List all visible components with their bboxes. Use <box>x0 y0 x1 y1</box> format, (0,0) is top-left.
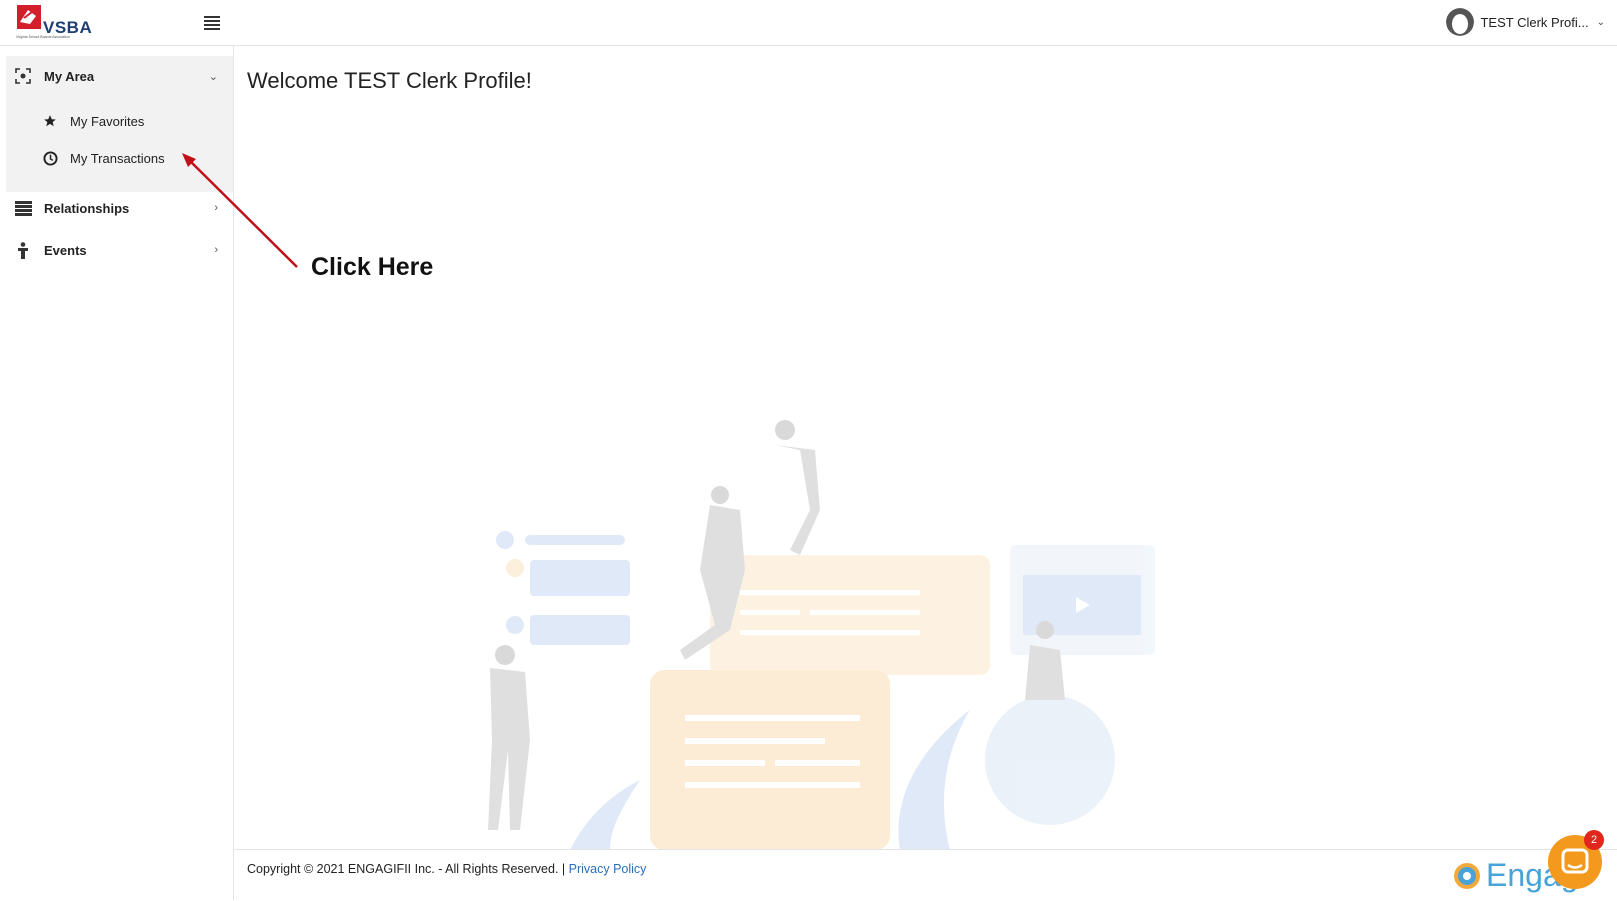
focus-icon <box>14 67 32 85</box>
chevron-down-icon: ⌄ <box>208 70 218 83</box>
star-icon <box>42 113 58 129</box>
sidebar-item-label: Relationships <box>44 200 130 216</box>
stack-icon <box>14 199 32 217</box>
logo-mark-icon <box>17 5 41 29</box>
copyright-label: Copyright © 2021 ENGAGIFII Inc. - All Ri… <box>247 862 566 876</box>
sidebar-subitem-label: My Transactions <box>70 150 165 166</box>
profile-menu[interactable]: TEST Clerk Profi... ⌄ <box>1446 8 1605 36</box>
sidebar-subitem-my-favorites[interactable]: My Favorites <box>42 110 144 132</box>
welcome-illustration <box>488 420 1155 850</box>
copyright-text: Copyright © 2021 ENGAGIFII Inc. - All Ri… <box>247 862 646 876</box>
sidebar-item-my-area[interactable]: My Area ⌄ <box>14 64 218 88</box>
chevron-down-icon: ⌄ <box>1596 16 1605 28</box>
annotation-label: Click Here <box>311 253 434 281</box>
page-title: Welcome TEST Clerk Profile! <box>247 68 532 93</box>
avatar-icon <box>1446 8 1475 36</box>
annotation-arrow-icon <box>182 153 298 268</box>
privacy-policy-link[interactable]: Privacy Policy <box>569 862 647 876</box>
sidebar-item-label: My Area <box>44 68 95 84</box>
sidebar-subitem-label: My Favorites <box>70 113 145 129</box>
person-icon <box>14 241 32 259</box>
page-footer: Copyright © 2021 ENGAGIFII Inc. - All Ri… <box>233 849 1617 901</box>
logo-subtext: Virginia School Boards Association <box>16 35 71 39</box>
engagifii-logo-icon <box>1454 862 1480 889</box>
history-icon <box>42 150 58 166</box>
sidebar-subitem-my-transactions[interactable]: My Transactions <box>42 147 165 169</box>
hamburger-menu-icon[interactable] <box>204 16 220 30</box>
profile-name: TEST Clerk Profi... <box>1480 14 1589 30</box>
notification-badge: 2 <box>1584 830 1604 850</box>
vsba-logo[interactable]: VSBA Virginia School Boards Association <box>16 4 92 44</box>
top-header: VSBA Virginia School Boards Association … <box>0 0 1617 46</box>
sidebar-item-label: Events <box>44 242 87 258</box>
